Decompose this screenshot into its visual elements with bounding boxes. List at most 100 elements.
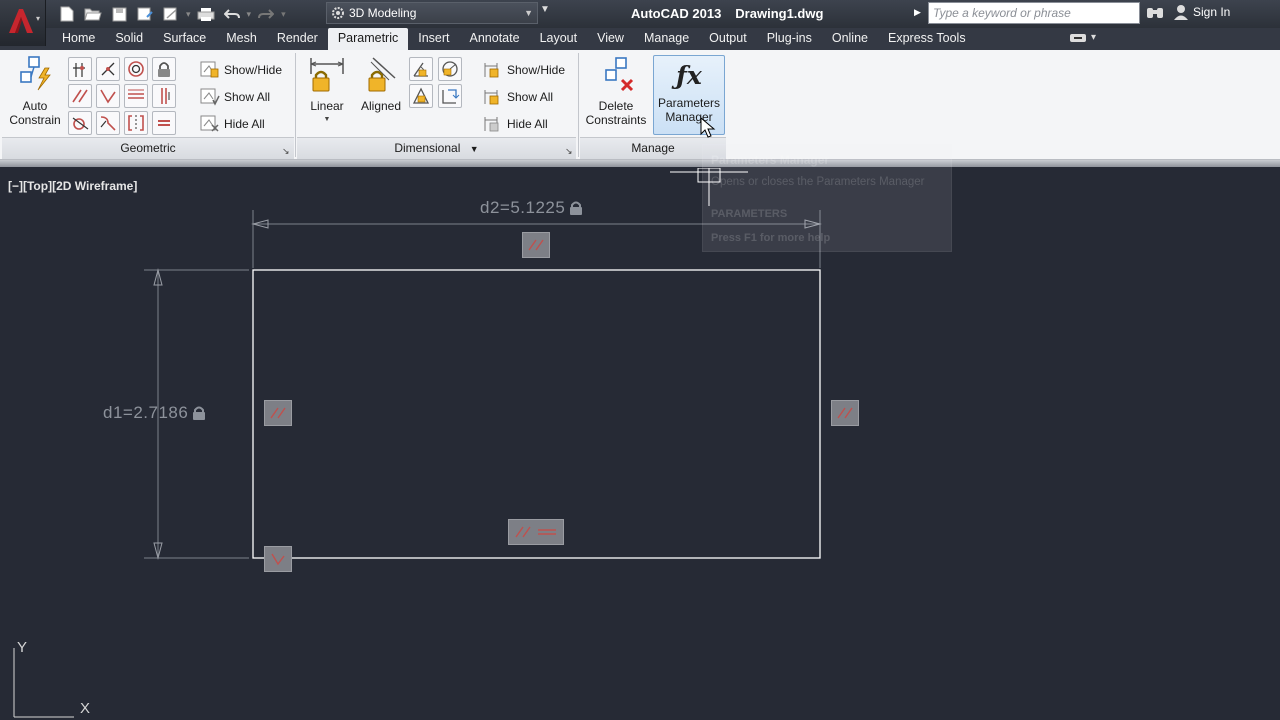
tab-output[interactable]: Output (699, 28, 757, 50)
binoculars-icon[interactable] (1146, 4, 1164, 23)
perpendicular-constraint-badge[interactable] (264, 546, 292, 572)
dim-show-hide-icon (484, 63, 499, 78)
convert-icon[interactable] (438, 84, 462, 108)
tooltip-title: Parameters Manager (711, 153, 830, 167)
application-menu-button[interactable]: ▾ (0, 0, 46, 46)
tab-view[interactable]: View (587, 28, 634, 50)
concentric-icon[interactable] (124, 57, 148, 81)
delete-constraints-button[interactable]: Delete Constraints (582, 54, 650, 127)
parallel-constraint-badge[interactable] (522, 232, 550, 258)
dimensional-show-hide-button[interactable]: Show/Hide (483, 59, 565, 81)
radius-icon[interactable] (438, 57, 462, 81)
save-icon[interactable] (108, 4, 130, 24)
tab-layout[interactable]: Layout (530, 28, 588, 50)
linear-dropdown-icon[interactable]: ▼ (304, 113, 350, 127)
parallel-constraint-badge[interactable] (264, 400, 292, 426)
drawing-geometry (13, 168, 822, 718)
linear-dimension-button[interactable]: Linear ▼ (304, 54, 350, 127)
linear-label: Linear (310, 99, 344, 113)
parallel-icon[interactable] (68, 84, 92, 108)
ucs-y-label: Y (17, 639, 28, 656)
tab-surface[interactable]: Surface (153, 28, 216, 50)
tab-insert[interactable]: Insert (408, 28, 459, 50)
undo-icon[interactable] (221, 4, 243, 24)
ribbon-toggle-icon (1070, 33, 1086, 42)
geometric-show-hide-button[interactable]: Show/Hide (200, 59, 282, 81)
workspace-selector[interactable]: 3D Modeling ▼ (326, 2, 538, 24)
tangent-icon[interactable] (68, 111, 92, 135)
tab-parametric[interactable]: Parametric (327, 28, 409, 50)
drawing-canvas[interactable]: [−][Top][2D Wireframe] d2=5.1225 d1=2.71… (0, 144, 1280, 720)
perpendicular-icon[interactable] (96, 84, 120, 108)
dimensional-dialog-launcher-icon[interactable]: ↘ (565, 146, 573, 157)
ucs-x-label: X (80, 700, 91, 717)
horizontal-icon[interactable] (124, 84, 148, 108)
equal-icon[interactable] (152, 111, 176, 135)
show-hide-icon (200, 61, 219, 78)
tab-annotate[interactable]: Annotate (460, 28, 530, 50)
parallel-icon (515, 526, 531, 538)
tab-home[interactable]: Home (52, 28, 105, 50)
smooth-icon[interactable] (96, 111, 120, 135)
vertical-dimension-label[interactable]: d1=2.7186 (103, 403, 206, 423)
search-input[interactable]: Type a keyword or phrase (928, 2, 1140, 24)
dim-hide-all-icon (484, 117, 499, 132)
aligned-label: Aligned (360, 99, 402, 113)
user-icon (1174, 5, 1188, 20)
customize-qat-icon[interactable]: ▼ (540, 4, 550, 15)
tooltip-description: Opens or closes the Parameters Manager (711, 176, 925, 188)
collinear-icon[interactable] (96, 57, 120, 81)
symmetric-icon[interactable] (124, 111, 148, 135)
horizontal-dimension-label[interactable]: d2=5.1225 (480, 198, 583, 218)
show-all-icon (200, 88, 220, 106)
parallel-icon (528, 239, 544, 251)
diameter-icon[interactable] (409, 84, 433, 108)
parallel-horizontal-constraint-badge[interactable] (508, 519, 564, 545)
geometric-show-all-button[interactable]: Show All (200, 86, 270, 108)
app-menu-arrow-icon: ▾ (36, 14, 41, 23)
ribbon-tab-bar: Home Solid Surface Mesh Render Parametric Inse… (0, 28, 1280, 50)
parallel-icon (270, 407, 286, 419)
geometric-hide-all-button[interactable]: Hide All (200, 113, 265, 135)
save-as-icon[interactable] (134, 4, 156, 24)
horizontal-icon (538, 529, 556, 535)
ribbon-minimize-button[interactable]: ▾ (1070, 32, 1096, 43)
ribbon-tabs: Home Solid Surface Mesh Render Parametric Inse… (52, 28, 976, 50)
parallel-constraint-badge[interactable] (831, 400, 859, 426)
dimensional-panel-title[interactable]: Dimensional ▼ (297, 137, 576, 159)
undo-dropdown-icon[interactable]: ▾ (247, 9, 252, 20)
play-arrow-icon: ▶ (914, 7, 921, 17)
dimensional-title: Dimensional (394, 141, 461, 155)
new-icon[interactable] (56, 4, 78, 24)
perpendicular-icon (271, 553, 285, 566)
geometric-dialog-launcher-icon[interactable]: ↘ (282, 146, 290, 157)
redo-dropdown-icon[interactable]: ▾ (281, 9, 286, 20)
sign-in-button[interactable]: Sign In (1174, 4, 1230, 20)
publish-icon[interactable] (160, 4, 182, 24)
document-name: Drawing1.dwg (735, 6, 824, 21)
tooltip-command: PARAMETERS (711, 208, 788, 220)
tab-manage[interactable]: Manage (634, 28, 699, 50)
dimension-value: d2=5.1225 (480, 198, 566, 217)
tab-plug-ins[interactable]: Plug-ins (757, 28, 822, 50)
redo-icon[interactable] (255, 4, 277, 24)
tab-online[interactable]: Online (822, 28, 878, 50)
tab-solid[interactable]: Solid (105, 28, 153, 50)
auto-constrain-button[interactable]: Auto Constrain (4, 54, 66, 127)
tab-express-tools[interactable]: Express Tools (878, 28, 976, 50)
coincident-icon[interactable] (68, 57, 92, 81)
plot-icon[interactable] (195, 4, 217, 24)
linear-lock-icon (310, 58, 344, 92)
open-icon[interactable] (82, 4, 104, 24)
geometric-panel-title[interactable]: Geometric (2, 137, 294, 159)
vertical-icon[interactable] (152, 84, 176, 108)
delete-constraints-icon (605, 57, 634, 92)
aligned-dimension-button[interactable]: Aligned (356, 54, 406, 113)
fix-icon[interactable] (152, 57, 176, 81)
dimensional-hide-all-button[interactable]: Hide All (483, 113, 548, 135)
tab-mesh[interactable]: Mesh (216, 28, 267, 50)
tab-render[interactable]: Render (267, 28, 328, 50)
window-title: AutoCAD 2013 Drawing1.dwg (631, 6, 823, 21)
angular-icon[interactable] (409, 57, 433, 81)
dimensional-show-all-button[interactable]: Show All (483, 86, 553, 108)
